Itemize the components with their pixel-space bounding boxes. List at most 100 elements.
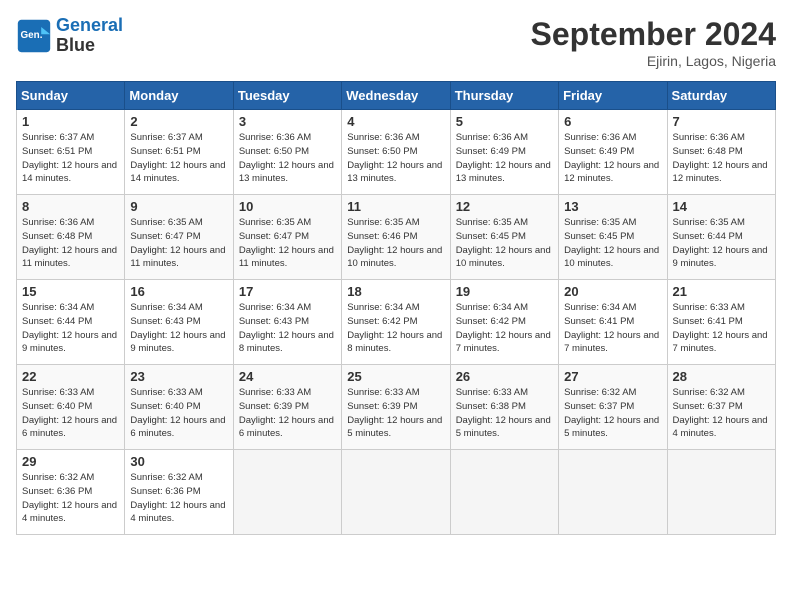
calendar-day-11: 11 Sunrise: 6:35 AMSunset: 6:46 PMDayligh… [342, 195, 450, 280]
calendar-header-wednesday: Wednesday [342, 82, 450, 110]
calendar-day-empty [450, 450, 558, 535]
day-info: Sunrise: 6:35 AMSunset: 6:46 PMDaylight:… [347, 216, 444, 271]
day-number: 10 [239, 199, 336, 214]
day-number: 29 [22, 454, 119, 469]
calendar-header-row: SundayMondayTuesdayWednesdayThursdayFrid… [17, 82, 776, 110]
day-info: Sunrise: 6:32 AMSunset: 6:37 PMDaylight:… [673, 386, 770, 441]
day-number: 2 [130, 114, 227, 129]
calendar-day-9: 9 Sunrise: 6:35 AMSunset: 6:47 PMDaylight… [125, 195, 233, 280]
calendar-day-6: 6Sunrise: 6:36 AMSunset: 6:49 PMDaylight… [559, 110, 667, 195]
calendar-day-12: 12Sunrise: 6:35 AMSunset: 6:45 PMDayligh… [450, 195, 558, 280]
calendar-week-4: 22 Sunrise: 6:33 AMSunset: 6:40 PMDayligh… [17, 365, 776, 450]
day-number: 26 [456, 369, 553, 384]
day-info: Sunrise: 6:36 AMSunset: 6:48 PMDaylight:… [22, 216, 119, 271]
day-number: 19 [456, 284, 553, 299]
day-number: 17 [239, 284, 336, 299]
calendar-day-21: 21Sunrise: 6:33 AMSunset: 6:41 PMDayligh… [667, 280, 775, 365]
day-number: 18 [347, 284, 444, 299]
day-info: Sunrise: 6:35 AMSunset: 6:47 PMDaylight:… [130, 216, 227, 271]
day-number: 21 [673, 284, 770, 299]
calendar-day-3: 3Sunrise: 6:36 AMSunset: 6:50 PMDaylight… [233, 110, 341, 195]
logo-text: GeneralBlue [56, 16, 123, 56]
calendar-day-14: 14Sunrise: 6:35 AMSunset: 6:44 PMDayligh… [667, 195, 775, 280]
logo-icon: Gen. [16, 18, 52, 54]
calendar-day-30: 30 Sunrise: 6:32 AMSunset: 6:36 PMDayligh… [125, 450, 233, 535]
day-number: 5 [456, 114, 553, 129]
day-info: Sunrise: 6:34 AMSunset: 6:42 PMDaylight:… [347, 301, 444, 356]
month-title: September 2024 [531, 16, 776, 53]
calendar-header-tuesday: Tuesday [233, 82, 341, 110]
calendar-day-20: 20 Sunrise: 6:34 AMSunset: 6:41 PMDayligh… [559, 280, 667, 365]
calendar-day-empty [667, 450, 775, 535]
calendar-day-15: 15Sunrise: 6:34 AMSunset: 6:44 PMDayligh… [17, 280, 125, 365]
calendar-day-22: 22 Sunrise: 6:33 AMSunset: 6:40 PMDayligh… [17, 365, 125, 450]
day-number: 7 [673, 114, 770, 129]
day-number: 11 [347, 199, 444, 214]
calendar-day-18: 18 Sunrise: 6:34 AMSunset: 6:42 PMDayligh… [342, 280, 450, 365]
day-number: 24 [239, 369, 336, 384]
day-info: Sunrise: 6:33 AMSunset: 6:39 PMDaylight:… [347, 386, 444, 441]
calendar-week-1: 1Sunrise: 6:37 AMSunset: 6:51 PMDaylight… [17, 110, 776, 195]
day-info: Sunrise: 6:36 AMSunset: 6:49 PMDaylight:… [456, 131, 553, 186]
day-number: 20 [564, 284, 661, 299]
calendar-day-29: 29 Sunrise: 6:32 AMSunset: 6:36 PMDayligh… [17, 450, 125, 535]
day-number: 1 [22, 114, 119, 129]
calendar-day-28: 28 Sunrise: 6:32 AMSunset: 6:37 PMDayligh… [667, 365, 775, 450]
day-info: Sunrise: 6:35 AMSunset: 6:47 PMDaylight:… [239, 216, 336, 271]
calendar-day-25: 25 Sunrise: 6:33 AMSunset: 6:39 PMDayligh… [342, 365, 450, 450]
day-info: Sunrise: 6:34 AMSunset: 6:44 PMDaylight:… [22, 301, 119, 356]
day-number: 4 [347, 114, 444, 129]
day-number: 30 [130, 454, 227, 469]
day-number: 23 [130, 369, 227, 384]
day-info: Sunrise: 6:34 AMSunset: 6:42 PMDaylight:… [456, 301, 553, 356]
day-info: Sunrise: 6:34 AMSunset: 6:43 PMDaylight:… [130, 301, 227, 356]
title-area: September 2024 Ejirin, Lagos, Nigeria [531, 16, 776, 69]
calendar-day-1: 1Sunrise: 6:37 AMSunset: 6:51 PMDaylight… [17, 110, 125, 195]
day-info: Sunrise: 6:32 AMSunset: 6:36 PMDaylight:… [130, 471, 227, 526]
calendar-day-2: 2Sunrise: 6:37 AMSunset: 6:51 PMDaylight… [125, 110, 233, 195]
calendar-table: SundayMondayTuesdayWednesdayThursdayFrid… [16, 81, 776, 535]
calendar-header-friday: Friday [559, 82, 667, 110]
calendar-header-sunday: Sunday [17, 82, 125, 110]
calendar-week-2: 8 Sunrise: 6:36 AMSunset: 6:48 PMDaylight… [17, 195, 776, 280]
day-info: Sunrise: 6:36 AMSunset: 6:50 PMDaylight:… [347, 131, 444, 186]
calendar-day-7: 7 Sunrise: 6:36 AMSunset: 6:48 PMDaylight… [667, 110, 775, 195]
calendar-day-19: 19 Sunrise: 6:34 AMSunset: 6:42 PMDayligh… [450, 280, 558, 365]
day-number: 6 [564, 114, 661, 129]
calendar-day-4: 4 Sunrise: 6:36 AMSunset: 6:50 PMDaylight… [342, 110, 450, 195]
calendar-day-23: 23 Sunrise: 6:33 AMSunset: 6:40 PMDayligh… [125, 365, 233, 450]
day-number: 9 [130, 199, 227, 214]
day-number: 22 [22, 369, 119, 384]
day-info: Sunrise: 6:35 AMSunset: 6:45 PMDaylight:… [564, 216, 661, 271]
day-info: Sunrise: 6:32 AMSunset: 6:36 PMDaylight:… [22, 471, 119, 526]
calendar-week-3: 15Sunrise: 6:34 AMSunset: 6:44 PMDayligh… [17, 280, 776, 365]
calendar-day-empty [233, 450, 341, 535]
day-number: 27 [564, 369, 661, 384]
calendar-header-thursday: Thursday [450, 82, 558, 110]
day-number: 13 [564, 199, 661, 214]
calendar-day-10: 10 Sunrise: 6:35 AMSunset: 6:47 PMDayligh… [233, 195, 341, 280]
calendar-day-5: 5 Sunrise: 6:36 AMSunset: 6:49 PMDaylight… [450, 110, 558, 195]
calendar-day-empty [342, 450, 450, 535]
day-info: Sunrise: 6:36 AMSunset: 6:48 PMDaylight:… [673, 131, 770, 186]
day-number: 14 [673, 199, 770, 214]
day-info: Sunrise: 6:35 AMSunset: 6:45 PMDaylight:… [456, 216, 553, 271]
day-number: 3 [239, 114, 336, 129]
day-info: Sunrise: 6:33 AMSunset: 6:40 PMDaylight:… [22, 386, 119, 441]
calendar-header-monday: Monday [125, 82, 233, 110]
calendar-day-13: 13 Sunrise: 6:35 AMSunset: 6:45 PMDayligh… [559, 195, 667, 280]
day-info: Sunrise: 6:34 AMSunset: 6:43 PMDaylight:… [239, 301, 336, 356]
location-title: Ejirin, Lagos, Nigeria [531, 53, 776, 69]
day-number: 25 [347, 369, 444, 384]
calendar-day-16: 16 Sunrise: 6:34 AMSunset: 6:43 PMDayligh… [125, 280, 233, 365]
day-number: 28 [673, 369, 770, 384]
day-info: Sunrise: 6:33 AMSunset: 6:40 PMDaylight:… [130, 386, 227, 441]
calendar-day-26: 26Sunrise: 6:33 AMSunset: 6:38 PMDayligh… [450, 365, 558, 450]
calendar-day-empty [559, 450, 667, 535]
header: Gen. GeneralBlue September 2024 Ejirin, … [16, 16, 776, 69]
day-number: 16 [130, 284, 227, 299]
calendar-day-8: 8 Sunrise: 6:36 AMSunset: 6:48 PMDaylight… [17, 195, 125, 280]
day-number: 8 [22, 199, 119, 214]
day-info: Sunrise: 6:34 AMSunset: 6:41 PMDaylight:… [564, 301, 661, 356]
day-info: Sunrise: 6:32 AMSunset: 6:37 PMDaylight:… [564, 386, 661, 441]
